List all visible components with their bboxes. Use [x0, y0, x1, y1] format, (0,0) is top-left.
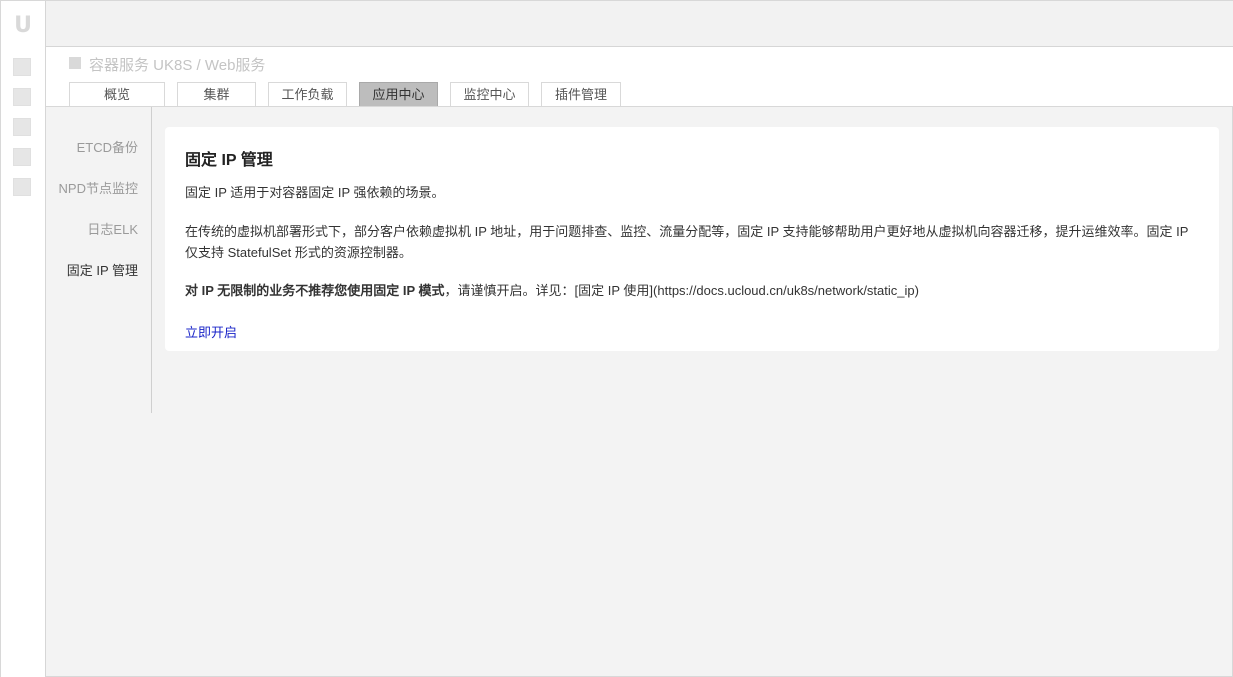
- menu-item-icon[interactable]: [13, 178, 31, 196]
- sidenav-item-npd-monitor[interactable]: NPD节点监控: [59, 178, 138, 197]
- menu-item-icon[interactable]: [13, 148, 31, 166]
- intro-text: 固定 IP 适用于对容器固定 IP 强依赖的场景。: [185, 185, 445, 200]
- page-header: 容器服务 UK8S / Web服务 概览 集群 工作负载 应用中心 监控中心 插…: [46, 47, 1233, 107]
- top-bar: [46, 1, 1233, 47]
- breadcrumb-text[interactable]: 容器服务 UK8S / Web服务: [89, 56, 265, 76]
- menu-item-icon[interactable]: [13, 118, 31, 136]
- warning-rest-text: ，请谨慎开启。详见：[固定 IP 使用](https://docs.ucloud…: [444, 283, 919, 298]
- enable-now-link[interactable]: 立即开启: [185, 322, 237, 341]
- menu-item-icon[interactable]: [13, 58, 31, 76]
- tab-workload[interactable]: 工作负载: [268, 82, 347, 106]
- tab-monitoring[interactable]: 监控中心: [450, 82, 529, 106]
- service-icon: [69, 57, 81, 69]
- tab-cluster[interactable]: 集群: [177, 82, 256, 106]
- tab-app-center[interactable]: 应用中心: [359, 82, 438, 106]
- description-text: 在传统的虚拟机部署形式下，部分客户依赖虚拟机 IP 地址，用于问题排查、监控、流…: [185, 224, 1189, 260]
- sidenav-item-etcd-backup[interactable]: ETCD备份: [77, 137, 138, 156]
- static-ip-card: 固定 IP 管理 固定 IP 适用于对容器固定 IP 强依赖的场景。 在传统的虚…: [165, 127, 1219, 351]
- sidenav-item-log-elk[interactable]: 日志ELK: [87, 219, 138, 238]
- card-title: 固定 IP 管理: [185, 152, 273, 169]
- breadcrumb: 容器服务 UK8S / Web服务: [69, 56, 265, 76]
- side-nav: ETCD备份 NPD节点监控 日志ELK 固定 IP 管理: [46, 107, 152, 413]
- app-window: U 容器服务 UK8S / Web服务 概览 集群 工作负载 应用中心 监控中心…: [0, 0, 1233, 677]
- warning-bold-text: 对 IP 无限制的业务不推荐您使用固定 IP 模式: [185, 283, 445, 298]
- left-rail: U: [1, 1, 46, 677]
- tab-overview[interactable]: 概览: [69, 82, 165, 106]
- warning-text: 对 IP 无限制的业务不推荐您使用固定 IP 模式，请谨慎开启。详见：[固定 I…: [185, 280, 919, 301]
- menu-item-icon[interactable]: [13, 88, 31, 106]
- tab-plugins[interactable]: 插件管理: [541, 82, 621, 106]
- sidenav-item-static-ip[interactable]: 固定 IP 管理: [67, 260, 138, 279]
- logo: U: [14, 13, 32, 38]
